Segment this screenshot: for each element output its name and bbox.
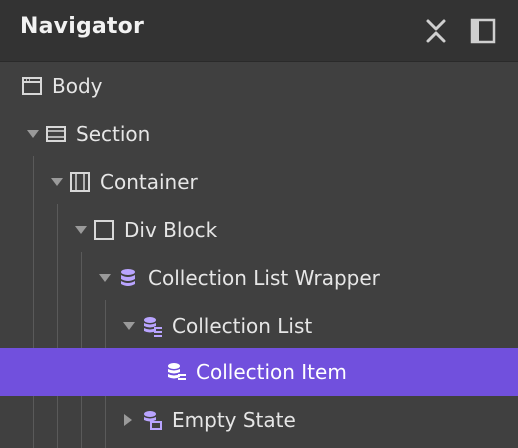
body-icon: [22, 77, 42, 95]
tree-item-label: Div Block: [124, 218, 218, 242]
panel-header: Navigator: [0, 0, 518, 62]
tree-item-label: Section: [76, 122, 151, 146]
expand-caret-icon[interactable]: [124, 414, 132, 426]
tree-item-label: Container: [100, 170, 198, 194]
expand-caret-icon[interactable]: [123, 322, 135, 330]
container-icon: [70, 172, 90, 192]
empty-state-icon: [144, 411, 162, 430]
dock-panel-icon: [470, 18, 496, 44]
tree-item-collection-list-wrapper[interactable]: Collection List Wrapper: [0, 254, 518, 302]
tree-item-empty-state[interactable]: Empty State: [0, 396, 518, 444]
tree-item-label: Collection Item: [196, 360, 347, 384]
collapse-x-icon: [426, 19, 446, 43]
navigator-panel: Navigator Body Section Container Div Blo…: [0, 0, 518, 448]
tree-item-label: Empty State: [172, 408, 296, 432]
close-button[interactable]: [420, 15, 452, 47]
tree-item-section[interactable]: Section: [0, 110, 518, 158]
dock-button[interactable]: [467, 15, 499, 47]
expand-caret-icon[interactable]: [27, 130, 39, 138]
tree-item-label: Collection List: [172, 314, 313, 338]
expand-caret-icon[interactable]: [99, 274, 111, 282]
section-icon: [46, 126, 66, 142]
collection-wrapper-icon: [121, 269, 135, 286]
tree-item-label: Collection List Wrapper: [148, 266, 380, 290]
tree-item-div-block[interactable]: Div Block: [0, 206, 518, 254]
panel-title: Navigator: [20, 14, 145, 39]
collection-list-icon: [144, 317, 162, 337]
tree-item-body[interactable]: Body: [0, 62, 518, 110]
tree-item-collection-item[interactable]: Collection Item: [0, 348, 518, 396]
tree-item-collection-list[interactable]: Collection List: [0, 302, 518, 350]
tree-item-label: Body: [52, 74, 103, 98]
div-block-icon: [94, 220, 114, 240]
collection-item-icon: [168, 363, 186, 380]
tree-item-container[interactable]: Container: [0, 158, 518, 206]
expand-caret-icon[interactable]: [75, 226, 87, 234]
expand-caret-icon[interactable]: [51, 178, 63, 186]
navigator-tree: Body Section Container Div Block Collect…: [0, 62, 518, 448]
